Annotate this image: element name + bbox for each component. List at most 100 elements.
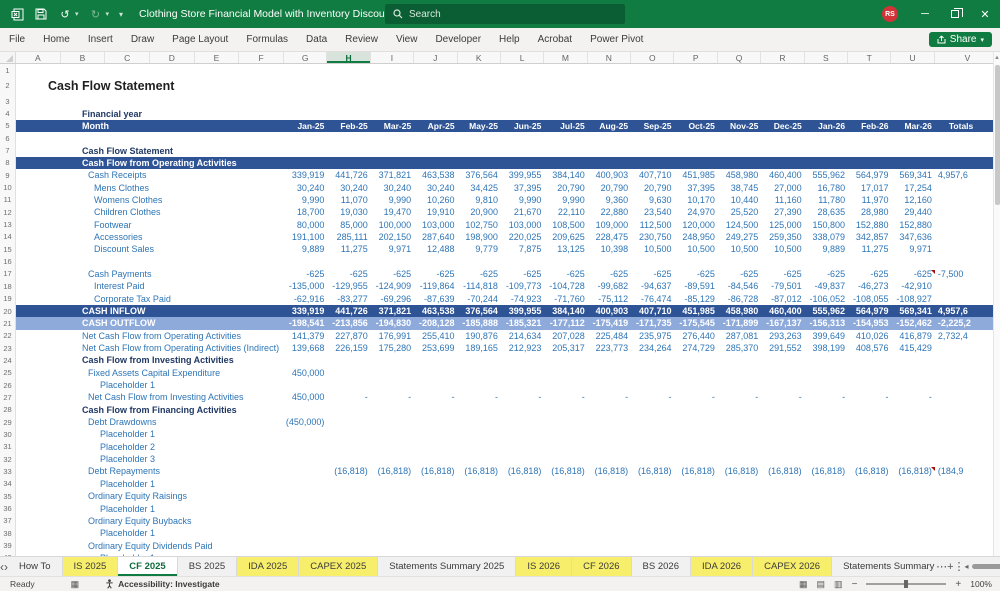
row-header-6[interactable]: 6	[0, 132, 16, 144]
ribbon-tab-home[interactable]: Home	[34, 28, 79, 51]
cell-value[interactable]: -	[371, 392, 414, 402]
row-header-9[interactable]: 9	[0, 169, 16, 181]
cell-value[interactable]: (16,818)	[414, 466, 457, 476]
cell-value[interactable]: 30,240	[327, 183, 370, 193]
cell-value[interactable]: 124,500	[718, 220, 761, 230]
column-header-G[interactable]: G	[284, 52, 327, 63]
row-header-20[interactable]: 20	[0, 305, 16, 317]
cell-value[interactable]: 226,159	[327, 343, 370, 353]
cell-value[interactable]: -	[544, 392, 587, 402]
column-header-I[interactable]: I	[371, 52, 414, 63]
sheet-tab-bs-2026[interactable]: BS 2026	[632, 557, 691, 576]
cell-value[interactable]: 569,341	[891, 306, 934, 316]
column-header-P[interactable]: P	[674, 52, 717, 63]
cell-value[interactable]: 139,668	[284, 343, 327, 353]
cell-value[interactable]: 9,630	[631, 195, 674, 205]
cell-value[interactable]: 10,440	[718, 195, 761, 205]
cell-value[interactable]: 7,875	[501, 244, 544, 254]
cell-value[interactable]: -	[631, 392, 674, 402]
column-header-M[interactable]: M	[544, 52, 587, 63]
cell-value[interactable]: Apr-25	[414, 121, 457, 131]
cell-value[interactable]: (16,818)	[544, 466, 587, 476]
cell-value[interactable]: -71,760	[544, 294, 587, 304]
ribbon-tab-developer[interactable]: Developer	[426, 28, 490, 51]
row-header-32[interactable]: 32	[0, 453, 16, 465]
cell-value[interactable]: 30,240	[284, 183, 327, 193]
cell-value[interactable]: -	[414, 392, 457, 402]
cell-value[interactable]: 108,500	[544, 220, 587, 230]
cell-label-row19[interactable]: Corporate Tax Paid	[16, 294, 284, 304]
cell-label-row35[interactable]: Ordinary Equity Raisings	[16, 491, 284, 501]
cell-value[interactable]: -84,546	[718, 281, 761, 291]
zoom-slider-thumb[interactable]	[904, 580, 908, 588]
zoom-out-button[interactable]: −	[852, 579, 858, 590]
cell-value[interactable]: 141,379	[284, 331, 327, 341]
row-header-14[interactable]: 14	[0, 231, 16, 243]
cell-value[interactable]: 109,000	[588, 220, 631, 230]
more-sheets-icon[interactable]: ⋯	[936, 557, 947, 576]
ribbon-tab-help[interactable]: Help	[490, 28, 529, 51]
cell-value[interactable]: (16,818)	[805, 466, 848, 476]
cell-label-row36[interactable]: Placeholder 1	[16, 504, 284, 514]
cell-value[interactable]: 399,955	[501, 306, 544, 316]
row-header-19[interactable]: 19	[0, 293, 16, 305]
cell-value[interactable]: 9,889	[805, 244, 848, 254]
cell-total[interactable]: -7,500	[935, 269, 993, 279]
tab-options-icon[interactable]: ⋮	[954, 557, 965, 576]
cell-value[interactable]: -79,501	[761, 281, 804, 291]
cell-value[interactable]: 342,857	[848, 232, 891, 242]
cell-value[interactable]: 347,636	[891, 232, 934, 242]
row-header-4[interactable]: 4	[0, 107, 16, 119]
cell-value[interactable]: Dec-25	[761, 121, 804, 131]
cell-label-row33[interactable]: Debt Repayments	[16, 466, 284, 476]
column-header-L[interactable]: L	[501, 52, 544, 63]
cell-value[interactable]: 371,821	[371, 170, 414, 180]
cell-value[interactable]: 463,538	[414, 306, 457, 316]
cell-value[interactable]: -108,927	[891, 294, 934, 304]
cell-value[interactable]: 225,484	[588, 331, 631, 341]
cell-label-row8[interactable]: Cash Flow from Operating Activities	[16, 158, 284, 168]
cell-value[interactable]: 17,017	[848, 183, 891, 193]
cell-value[interactable]: 450,000	[284, 368, 327, 378]
cell-value[interactable]: 20,790	[544, 183, 587, 193]
cell-value[interactable]: (16,818)	[458, 466, 501, 476]
cell-value[interactable]: -129,955	[327, 281, 370, 291]
cell-label-row11[interactable]: Womens Clothes	[16, 195, 284, 205]
cell-value[interactable]: 19,910	[414, 207, 457, 217]
cell-label-row38[interactable]: Placeholder 1	[16, 528, 284, 538]
cell-value[interactable]: -177,112	[544, 318, 587, 328]
cell-value[interactable]: 555,962	[805, 306, 848, 316]
cell-value[interactable]: (16,818)	[588, 466, 631, 476]
cell-value[interactable]: -185,888	[458, 318, 501, 328]
cell-label-row2[interactable]: Cash Flow Statement	[16, 79, 284, 93]
vertical-scrollbar-thumb[interactable]	[995, 65, 1000, 205]
cell-value[interactable]: -	[718, 392, 761, 402]
sheet-tab-capex-2025[interactable]: CAPEX 2025	[299, 557, 378, 576]
cell-value[interactable]: 189,165	[458, 343, 501, 353]
cell-value[interactable]: 23,540	[631, 207, 674, 217]
cell-value[interactable]: 152,880	[891, 220, 934, 230]
cell-value[interactable]: 150,800	[805, 220, 848, 230]
column-header-Q[interactable]: Q	[718, 52, 761, 63]
row-header-36[interactable]: 36	[0, 502, 16, 514]
cell-value[interactable]: 230,750	[631, 232, 674, 242]
cell-value[interactable]: -99,682	[588, 281, 631, 291]
save-icon[interactable]	[34, 7, 48, 21]
cell-value[interactable]: 384,140	[544, 170, 587, 180]
cell-value[interactable]: -154,953	[848, 318, 891, 328]
cell-label-row13[interactable]: Footwear	[16, 220, 284, 230]
row-header-38[interactable]: 38	[0, 527, 16, 539]
cell-label-row27[interactable]: Net Cash Flow from Investing Activities	[16, 392, 284, 402]
sheet-tab-is-2026[interactable]: IS 2026	[516, 557, 572, 576]
cell-value[interactable]: 220,025	[501, 232, 544, 242]
cell-value[interactable]: -	[327, 392, 370, 402]
cell-value[interactable]: Mar-25	[371, 121, 414, 131]
row-header-10[interactable]: 10	[0, 181, 16, 193]
cell-total[interactable]: 2,732,4	[935, 331, 993, 341]
cell-value[interactable]: 212,923	[501, 343, 544, 353]
cell-value[interactable]: 384,140	[544, 306, 587, 316]
cell-value[interactable]: 100,000	[371, 220, 414, 230]
cell-value[interactable]: 17,254	[891, 183, 934, 193]
cell-value[interactable]: 10,500	[631, 244, 674, 254]
ribbon-tab-power-pivot[interactable]: Power Pivot	[581, 28, 652, 51]
